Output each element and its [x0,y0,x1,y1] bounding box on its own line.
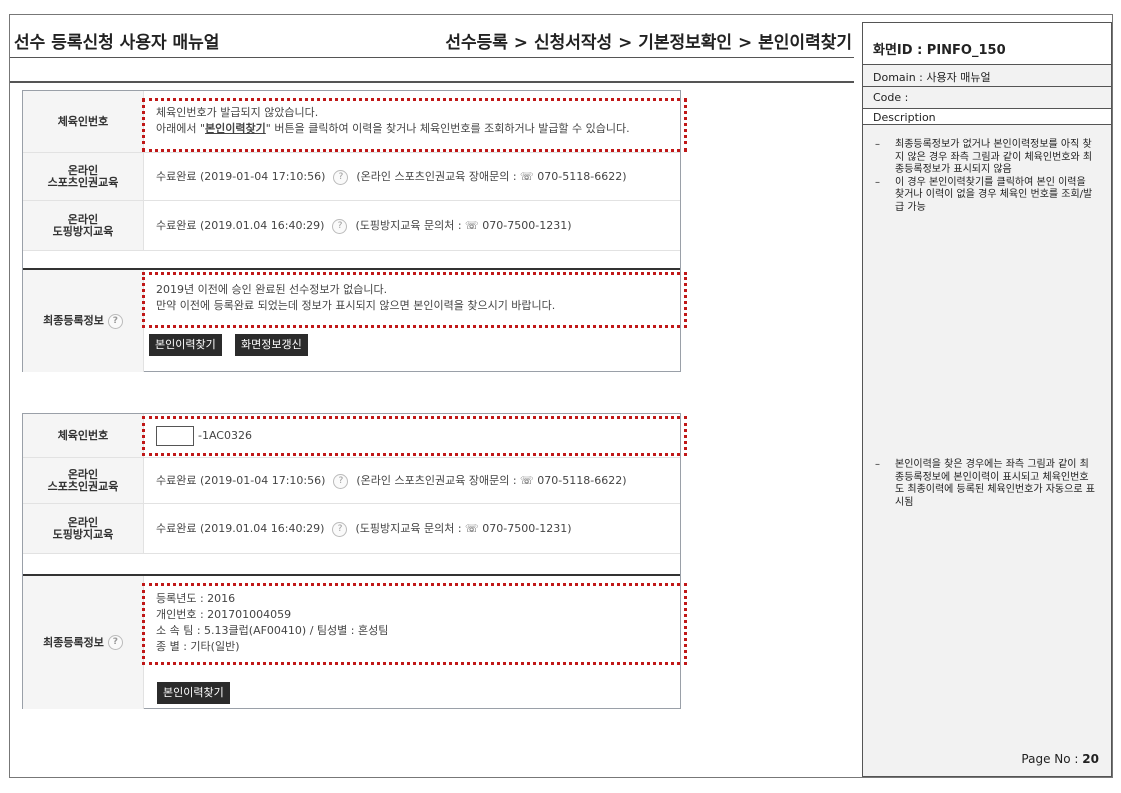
row-spacer [23,251,680,269]
notes-block-1: – 최종등록정보가 없거나 본인이력정보를 아직 찾지 않은 경우 좌측 그림과 … [863,139,1111,214]
doping-edu-label: 온라인 도핑방지교육 [23,201,144,250]
page-label: Page No : [1021,752,1079,766]
completion-status: 수료완료 (2019-01-04 17:10:56) [156,474,326,487]
label-text: 최종등록정보 [43,635,104,649]
find-history-button[interactable]: 본인이력찾기 [157,682,230,704]
online-hr-edu-value: 수료완료 (2019-01-04 17:10:56)? (온라인 스포츠인권교육 … [156,472,627,489]
online-hr-edu-value: 수료완료 (2019-01-04 17:10:56)? (온라인 스포츠인권교육 … [156,168,627,185]
help-icon[interactable]: ? [333,169,349,185]
doping-edu-label: 온라인 도핑방지교육 [23,504,144,553]
description-sidebar: 화면ID : PINFO_150 Domain : 사용자 매뉴얼 Code :… [862,22,1112,777]
doping-edu-value: 수료완료 (2019.01.04 16:40:29)? (도핑방지교육 문의처 :… [156,217,572,234]
online-hr-edu-label: 온라인 스포츠인권교육 [23,153,144,200]
help-icon[interactable]: ? [107,313,123,329]
highlight-final-registration [142,583,687,665]
find-history-button[interactable]: 본인이력찾기 [149,334,222,356]
note-text: 이 경우 본인이력찾기를 클릭하여 본인 이력을 찾거나 이력이 없을 경우 체… [895,176,1093,213]
completion-status: 수료완료 (2019.01.04 16:40:29) [156,219,325,232]
label-line2: 도핑방지교육 [52,527,114,541]
row-online-hr-edu: 온라인 스포츠인권교육 수료완료 (2019-01-04 17:10:56)? (온… [23,153,680,201]
final-registration-label: 최종등록정보? [23,576,144,709]
description-label: Description [863,109,1111,125]
completion-status: 수료완료 (2019-01-04 17:10:56) [156,170,326,183]
note-dash: – [875,176,880,188]
row-online-hr-edu: 온라인 스포츠인권교육 수료완료 (2019-01-04 17:10:56)? (온… [23,458,680,504]
final-registration-label: 최종등록정보? [23,270,144,372]
help-icon[interactable]: ? [333,473,349,489]
help-icon[interactable]: ? [107,635,123,650]
label-line2: 스포츠인권교육 [47,175,119,189]
label-line1: 온라인 [67,515,99,529]
help-icon[interactable]: ? [332,218,348,234]
code-row: Code : [863,87,1111,109]
note-dash: – [875,459,880,470]
highlight-athlete-id [142,416,687,456]
contact-info: (온라인 스포츠인권교육 장애문의 : ☏ 070-5118-6622) [356,170,627,183]
page-value: 20 [1082,752,1099,766]
row-doping-edu: 온라인 도핑방지교육 수료완료 (2019.01.04 16:40:29)? (도핑… [23,504,680,554]
athlete-id-label: 체육인번호 [23,91,144,152]
row-spacer [23,554,680,574]
contact-info: (도핑방지교육 문의처 : ☏ 070-7500-1231) [355,522,572,535]
completion-status: 수료완료 (2019.01.04 16:40:29) [156,522,325,535]
note-dash: – [875,139,880,150]
online-hr-edu-label: 온라인 스포츠인권교육 [23,458,144,503]
label-line1: 온라인 [67,212,99,226]
note-text: 본인이력을 찾은 경우에는 좌측 그림과 같이 최종등록정보에 본인이력이 표시… [895,459,1095,508]
highlight-final-registration [142,272,687,328]
page-number: Page No : 20 [1021,752,1099,766]
label-line1: 온라인 [67,163,99,177]
doping-edu-value: 수료완료 (2019.01.04 16:40:29)? (도핑방지교육 문의처 :… [156,520,572,537]
note-item: – 최종등록정보가 없거나 본인이력정보를 아직 찾지 않은 경우 좌측 그림과 … [863,139,1111,177]
athlete-id-label: 체육인번호 [23,414,144,457]
manual-title: 선수 등록신청 사용자 매뉴얼 [14,33,220,53]
contact-info: (도핑방지교육 문의처 : ☏ 070-7500-1231) [355,219,572,232]
header-subbar [10,62,854,83]
label-text: 최종등록정보 [43,314,104,327]
help-icon[interactable]: ? [332,521,348,537]
label-line1: 온라인 [67,467,99,481]
note-item: – 이 경우 본인이력찾기를 클릭하여 본인 이력을 찾거나 이력이 없을 경우 … [863,177,1111,215]
contact-info: (온라인 스포츠인권교육 장애문의 : ☏ 070-5118-6622) [356,474,627,487]
notes-block-2: – 본인이력을 찾은 경우에는 좌측 그림과 같이 최종등록정보에 본인이력이 표… [863,459,1111,509]
note-text: 최종등록정보가 없거나 본인이력정보를 아직 찾지 않은 경우 좌측 그림과 같… [895,139,1093,175]
screen-id: 화면ID : PINFO_150 [863,23,1111,65]
domain-row: Domain : 사용자 매뉴얼 [863,65,1111,87]
label-line2: 스포츠인권교육 [47,479,119,493]
row-doping-edu: 온라인 도핑방지교육 수료완료 (2019.01.04 16:40:29)? (도핑… [23,201,680,251]
page-header: 선수 등록신청 사용자 매뉴얼 선수등록 > 신청서작성 > 기본정보확인 > … [10,22,854,58]
refresh-screen-button[interactable]: 화면정보갱신 [235,334,308,356]
label-line2: 도핑방지교육 [52,224,114,238]
highlight-athlete-id [142,98,687,152]
note-item: – 본인이력을 찾은 경우에는 좌측 그림과 같이 최종등록정보에 본인이력이 표… [863,459,1111,509]
breadcrumb: 선수등록 > 신청서작성 > 기본정보확인 > 본인이력찾기 [445,33,852,53]
